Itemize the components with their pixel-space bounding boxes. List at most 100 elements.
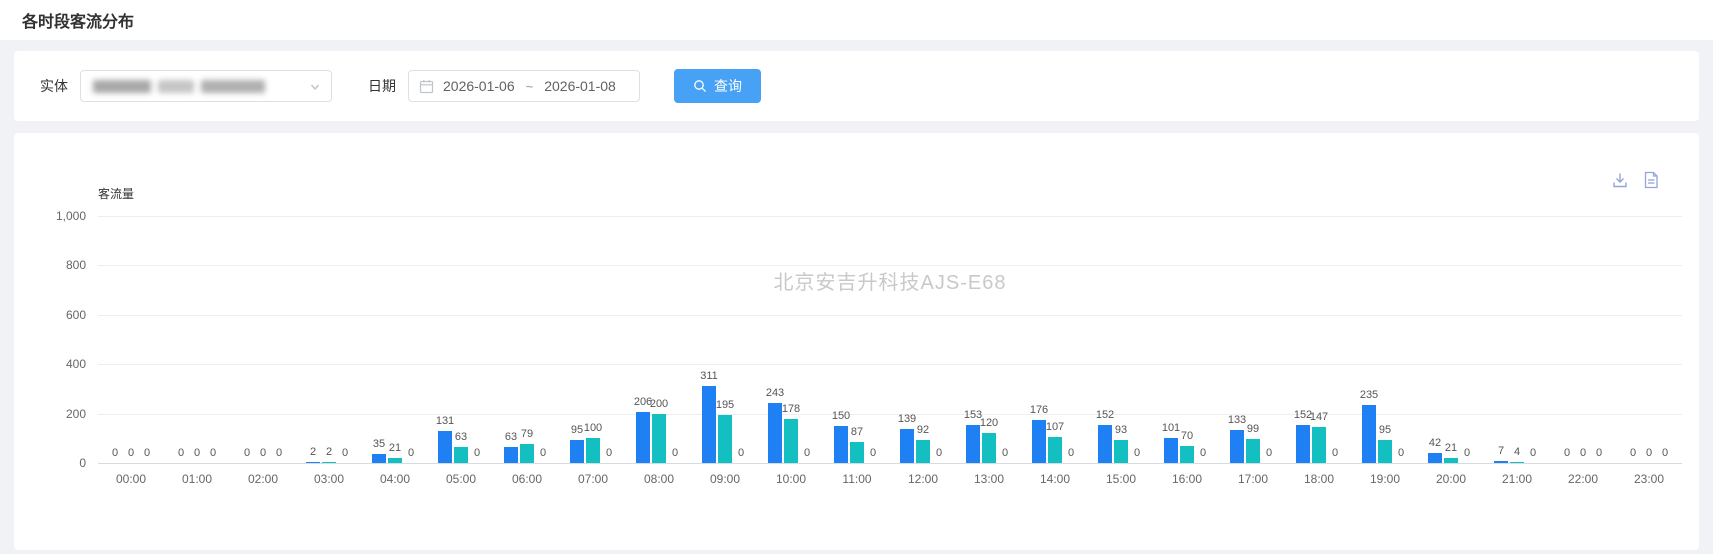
page-title: 各时段客流分布 <box>22 8 134 32</box>
value-label: 63 <box>505 431 517 443</box>
bar-进人数[interactable] <box>372 454 386 463</box>
value-label: 0 <box>342 447 348 459</box>
bar-出人数[interactable] <box>1510 462 1524 464</box>
value-label: 0 <box>1564 447 1570 459</box>
value-label: 0 <box>408 447 414 459</box>
value-label: 107 <box>1046 421 1064 433</box>
y-axis-title: 客流量 <box>98 185 134 202</box>
value-label: 200 <box>650 398 668 410</box>
x-axis-line <box>98 463 1682 464</box>
bar-出人数[interactable] <box>388 458 402 463</box>
bar-进人数[interactable] <box>1230 430 1244 463</box>
bar-出人数[interactable] <box>718 415 732 463</box>
value-label: 0 <box>194 447 200 459</box>
bar-出人数[interactable] <box>1312 427 1326 463</box>
bar-出人数[interactable] <box>322 462 336 464</box>
value-label: 0 <box>1134 447 1140 459</box>
y-gridline <box>98 364 1682 365</box>
bar-进人数[interactable] <box>1428 453 1442 463</box>
value-label: 0 <box>1630 447 1636 459</box>
entity-label: 实体 <box>40 76 68 96</box>
value-label: 2 <box>326 446 332 458</box>
value-label: 79 <box>521 428 533 440</box>
bar-出人数[interactable] <box>784 419 798 463</box>
document-icon[interactable] <box>1643 171 1659 189</box>
bar-进人数[interactable] <box>900 429 914 463</box>
bar-出人数[interactable] <box>1114 440 1128 463</box>
chart-card: 客流量 北京安吉升科技AJS-E68 02004006008001,00000:… <box>14 133 1699 550</box>
value-label: 0 <box>540 447 546 459</box>
bar-进人数[interactable] <box>768 403 782 463</box>
bar-出人数[interactable] <box>982 433 996 463</box>
value-label: 0 <box>1200 447 1206 459</box>
search-icon <box>693 79 707 93</box>
bar-出人数[interactable] <box>850 442 864 463</box>
x-tick-label: 19:00 <box>1370 472 1400 486</box>
bar-出人数[interactable] <box>1048 437 1062 463</box>
entity-select[interactable] <box>80 70 332 102</box>
date-start[interactable]: 2026-01-06 <box>443 78 515 94</box>
value-label: 0 <box>606 447 612 459</box>
bar-进人数[interactable] <box>504 447 518 463</box>
x-tick-label: 04:00 <box>380 472 410 486</box>
value-label: 95 <box>571 424 583 436</box>
value-label: 70 <box>1181 430 1193 442</box>
query-button[interactable]: 查询 <box>674 69 761 103</box>
bar-进人数[interactable] <box>1164 438 1178 463</box>
value-label: 311 <box>700 370 718 382</box>
value-label: 178 <box>782 403 800 415</box>
bar-进人数[interactable] <box>570 440 584 463</box>
bar-进人数[interactable] <box>1494 461 1508 463</box>
bar-出人数[interactable] <box>1444 458 1458 463</box>
bar-进人数[interactable] <box>1296 425 1310 463</box>
date-end[interactable]: 2026-01-08 <box>544 78 616 94</box>
date-separator: ~ <box>524 79 536 94</box>
value-label: 0 <box>1596 447 1602 459</box>
bar-进人数[interactable] <box>306 462 320 464</box>
download-icon[interactable] <box>1611 171 1629 189</box>
x-tick-label: 22:00 <box>1568 472 1598 486</box>
value-label: 0 <box>936 447 942 459</box>
value-label: 0 <box>1580 447 1586 459</box>
value-label: 95 <box>1379 424 1391 436</box>
bar-出人数[interactable] <box>1378 440 1392 463</box>
value-label: 101 <box>1162 422 1180 434</box>
bar-进人数[interactable] <box>1362 405 1376 463</box>
bar-出人数[interactable] <box>520 444 534 464</box>
value-label: 93 <box>1115 424 1127 436</box>
value-label: 0 <box>870 447 876 459</box>
watermark: 北京安吉升科技AJS-E68 <box>774 266 1007 295</box>
value-label: 2 <box>310 446 316 458</box>
bar-出人数[interactable] <box>586 438 600 463</box>
bar-进人数[interactable] <box>966 425 980 463</box>
x-tick-label: 20:00 <box>1436 472 1466 486</box>
date-range-picker[interactable]: 2026-01-06 ~ 2026-01-08 <box>408 70 640 102</box>
x-tick-label: 01:00 <box>182 472 212 486</box>
bar-进人数[interactable] <box>1098 425 1112 463</box>
bar-进人数[interactable] <box>834 426 848 463</box>
bar-出人数[interactable] <box>1180 446 1194 463</box>
chart-toolbar <box>1611 171 1659 189</box>
value-label: 42 <box>1429 437 1441 449</box>
bar-进人数[interactable] <box>438 431 452 463</box>
value-label: 147 <box>1310 411 1328 423</box>
value-label: 0 <box>1332 447 1338 459</box>
x-tick-label: 11:00 <box>842 472 871 486</box>
x-tick-label: 18:00 <box>1304 472 1334 486</box>
bar-进人数[interactable] <box>636 412 650 463</box>
value-label: 176 <box>1030 404 1048 416</box>
bar-进人数[interactable] <box>1032 420 1046 463</box>
value-label: 0 <box>1002 447 1008 459</box>
bar-出人数[interactable] <box>652 414 666 463</box>
value-label: 0 <box>112 447 118 459</box>
x-tick-label: 10:00 <box>776 472 806 486</box>
bar-进人数[interactable] <box>702 386 716 463</box>
x-tick-label: 13:00 <box>974 472 1004 486</box>
bar-出人数[interactable] <box>1246 439 1260 463</box>
bar-出人数[interactable] <box>454 447 468 463</box>
y-tick-label: 1,000 <box>56 209 86 223</box>
x-tick-label: 16:00 <box>1172 472 1202 486</box>
chevron-down-icon <box>309 81 321 93</box>
bar-出人数[interactable] <box>916 440 930 463</box>
x-tick-label: 05:00 <box>446 472 476 486</box>
